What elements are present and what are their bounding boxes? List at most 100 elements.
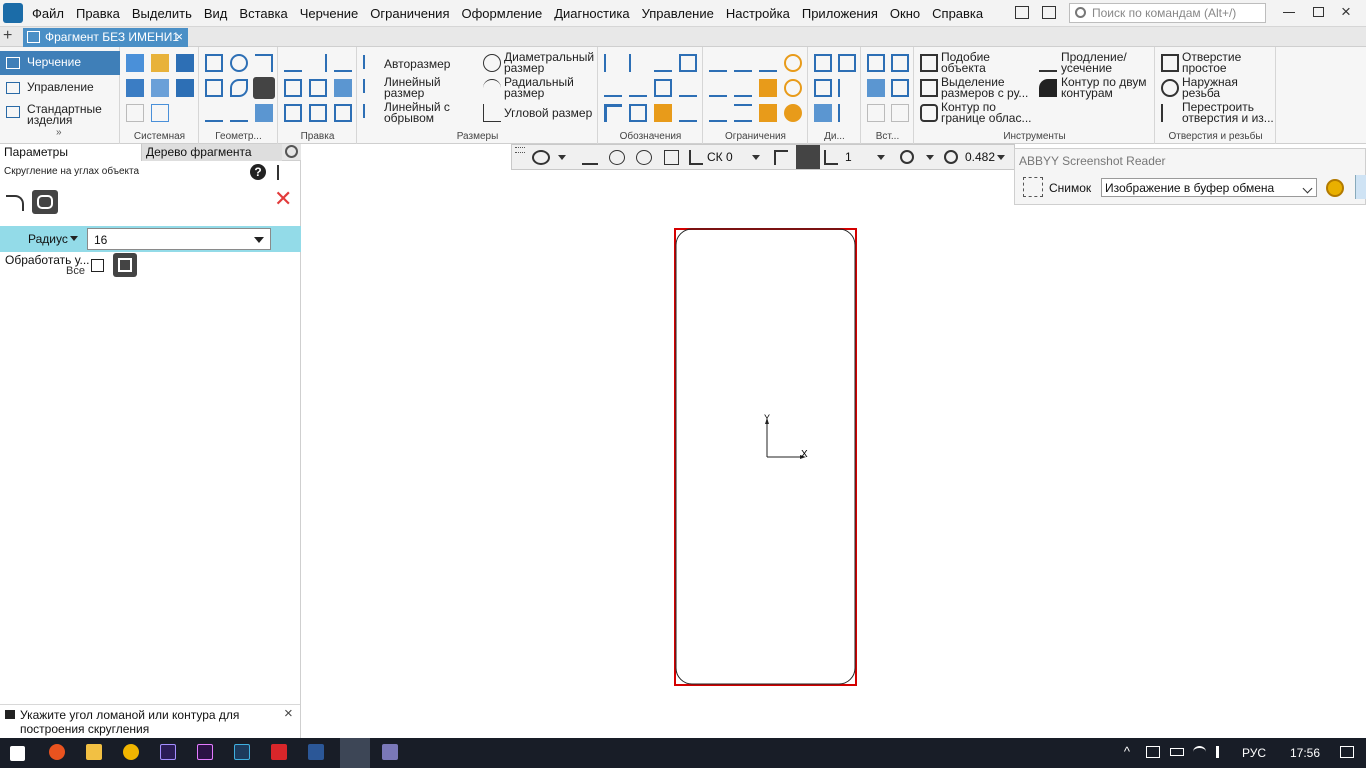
- snap-icon[interactable]: [532, 150, 550, 165]
- redo-icon[interactable]: [151, 104, 169, 122]
- equal-icon[interactable]: [734, 104, 752, 122]
- circle-icon[interactable]: [230, 54, 248, 72]
- diameter-dimension-button[interactable]: Диаметральный размер: [504, 51, 598, 74]
- step-icon[interactable]: [774, 150, 788, 165]
- add-tab-button[interactable]: +: [3, 28, 12, 44]
- auto-dimension-button[interactable]: Авторазмер: [384, 58, 450, 70]
- downloader-icon[interactable]: [271, 744, 287, 760]
- arc-icon[interactable]: [255, 54, 273, 72]
- menu-item-management[interactable]: Управление: [636, 6, 720, 21]
- distance-icon[interactable]: [838, 54, 856, 72]
- clock[interactable]: 17:56: [1290, 746, 1320, 760]
- menu-item-select[interactable]: Выделить: [126, 6, 198, 21]
- help-icon[interactable]: ?: [250, 164, 266, 180]
- word-icon[interactable]: [308, 744, 324, 760]
- eye-icon[interactable]: [609, 150, 625, 165]
- fillet-all-corners-button[interactable]: [32, 190, 58, 214]
- settings-gear-icon[interactable]: [1326, 179, 1344, 197]
- measure-icon[interactable]: [814, 54, 832, 72]
- move-icon[interactable]: [284, 79, 302, 97]
- ortho-icon[interactable]: [582, 150, 598, 165]
- menu-item-edit[interactable]: Правка: [70, 6, 126, 21]
- menu-item-insert[interactable]: Вставка: [233, 6, 293, 21]
- perpendicular-icon[interactable]: [759, 54, 777, 72]
- cs-icon[interactable]: [689, 150, 703, 165]
- similar-object-button[interactable]: Подобие объекта: [941, 51, 1036, 74]
- rebuild-holes-button[interactable]: Перестроить отверстия и из...: [1182, 101, 1274, 124]
- chevron-down-icon[interactable]: [254, 237, 264, 243]
- section-icon[interactable]: [679, 79, 697, 97]
- fillet-active-icon[interactable]: [253, 77, 275, 99]
- linear-break-button[interactable]: Линейный с обрывом: [384, 101, 464, 124]
- chevron-down-icon[interactable]: [752, 155, 760, 160]
- menu-item-settings[interactable]: Настройка: [720, 6, 796, 21]
- fillet-corner-icon[interactable]: [6, 195, 24, 211]
- layer-value[interactable]: 1: [845, 150, 852, 164]
- spline-icon[interactable]: [230, 79, 248, 97]
- select-dims-button[interactable]: Выделение размеров с ру...: [941, 76, 1036, 99]
- new-file-icon[interactable]: [126, 54, 144, 72]
- radius-input[interactable]: 16: [87, 228, 271, 250]
- language-indicator[interactable]: РУС: [1242, 746, 1266, 760]
- tab-fragment[interactable]: Фрагмент БЕЗ ИМЕНИ1 ×: [23, 28, 188, 47]
- radial-dimension-button[interactable]: Радиальный размер: [504, 76, 598, 99]
- contour-two-button[interactable]: Контур по двум контурам: [1061, 76, 1151, 99]
- menu-item-diagnostics[interactable]: Диагностика: [548, 6, 635, 21]
- area-icon[interactable]: [814, 104, 832, 122]
- length-icon[interactable]: [838, 79, 856, 97]
- after-effects-icon[interactable]: [160, 744, 176, 760]
- zoom-window-icon[interactable]: [900, 150, 914, 164]
- tab-parameters[interactable]: Параметры: [0, 144, 141, 161]
- drawing-canvas[interactable]: X Y: [301, 144, 1366, 738]
- fillet-snap-button[interactable]: [796, 145, 820, 169]
- copy-icon[interactable]: [309, 79, 327, 97]
- symmetry-icon[interactable]: [759, 79, 777, 97]
- zoom-value[interactable]: 0.482: [965, 150, 995, 164]
- view-arrow-icon[interactable]: [654, 79, 672, 97]
- extend-trim-button[interactable]: Продление/ усечение: [1061, 51, 1151, 74]
- screenshot-app-icon[interactable]: [382, 744, 398, 760]
- cancel-icon[interactable]: ✕: [274, 188, 292, 210]
- print-icon[interactable]: [126, 79, 144, 97]
- export-icon[interactable]: [176, 79, 194, 97]
- volume-icon[interactable]: [1216, 746, 1228, 758]
- angle-dimension-button[interactable]: Угловой размер: [504, 107, 592, 119]
- fix-point-icon[interactable]: [709, 54, 727, 72]
- menu-item-help[interactable]: Справка: [926, 6, 989, 21]
- segment-icon[interactable]: [205, 104, 223, 122]
- roughness-icon[interactable]: [604, 54, 622, 72]
- question-constraint-icon[interactable]: [784, 104, 802, 122]
- camera-icon[interactable]: [1023, 177, 1043, 197]
- kompas-taskbar-icon[interactable]: [340, 738, 370, 768]
- chevron-down-icon[interactable]: [997, 155, 1005, 160]
- open-file-icon[interactable]: [151, 54, 169, 72]
- tab-fragment-tree[interactable]: Дерево фрагмента: [141, 144, 282, 161]
- insert-view-icon[interactable]: [891, 54, 909, 72]
- wifi-icon[interactable]: [1193, 746, 1206, 758]
- battery-icon[interactable]: [1170, 748, 1184, 756]
- zoom-icon[interactable]: [944, 150, 958, 164]
- minimize-icon[interactable]: [1283, 12, 1295, 13]
- triangle-constraint-icon[interactable]: [759, 104, 777, 122]
- menu-item-view[interactable]: Вид: [198, 6, 234, 21]
- save-icon[interactable]: [176, 54, 194, 72]
- deform-icon[interactable]: [334, 104, 352, 122]
- symbol-icon[interactable]: [654, 104, 672, 122]
- visibility-icon[interactable]: [636, 150, 652, 165]
- tangent-icon[interactable]: [784, 54, 802, 72]
- menu-item-window[interactable]: Окно: [884, 6, 926, 21]
- rounded-rectangle-shape[interactable]: [675, 228, 856, 685]
- close-hint-icon[interactable]: ×: [284, 705, 293, 722]
- centerline-icon[interactable]: [679, 104, 697, 122]
- concentric-icon[interactable]: [784, 79, 802, 97]
- menu-item-apps[interactable]: Приложения: [796, 6, 884, 21]
- process-single-checkbox[interactable]: [91, 259, 104, 272]
- simple-hole-button[interactable]: Отверстие простое: [1182, 51, 1274, 74]
- trim-icon[interactable]: [284, 54, 302, 72]
- mode-drawing[interactable]: Черчение: [0, 51, 120, 75]
- chevron-down-icon[interactable]: [926, 155, 934, 160]
- leader-icon[interactable]: [679, 54, 697, 72]
- mode-management[interactable]: Управление: [0, 76, 120, 100]
- table-icon[interactable]: [629, 104, 647, 122]
- close-tab-button[interactable]: ×: [175, 29, 183, 44]
